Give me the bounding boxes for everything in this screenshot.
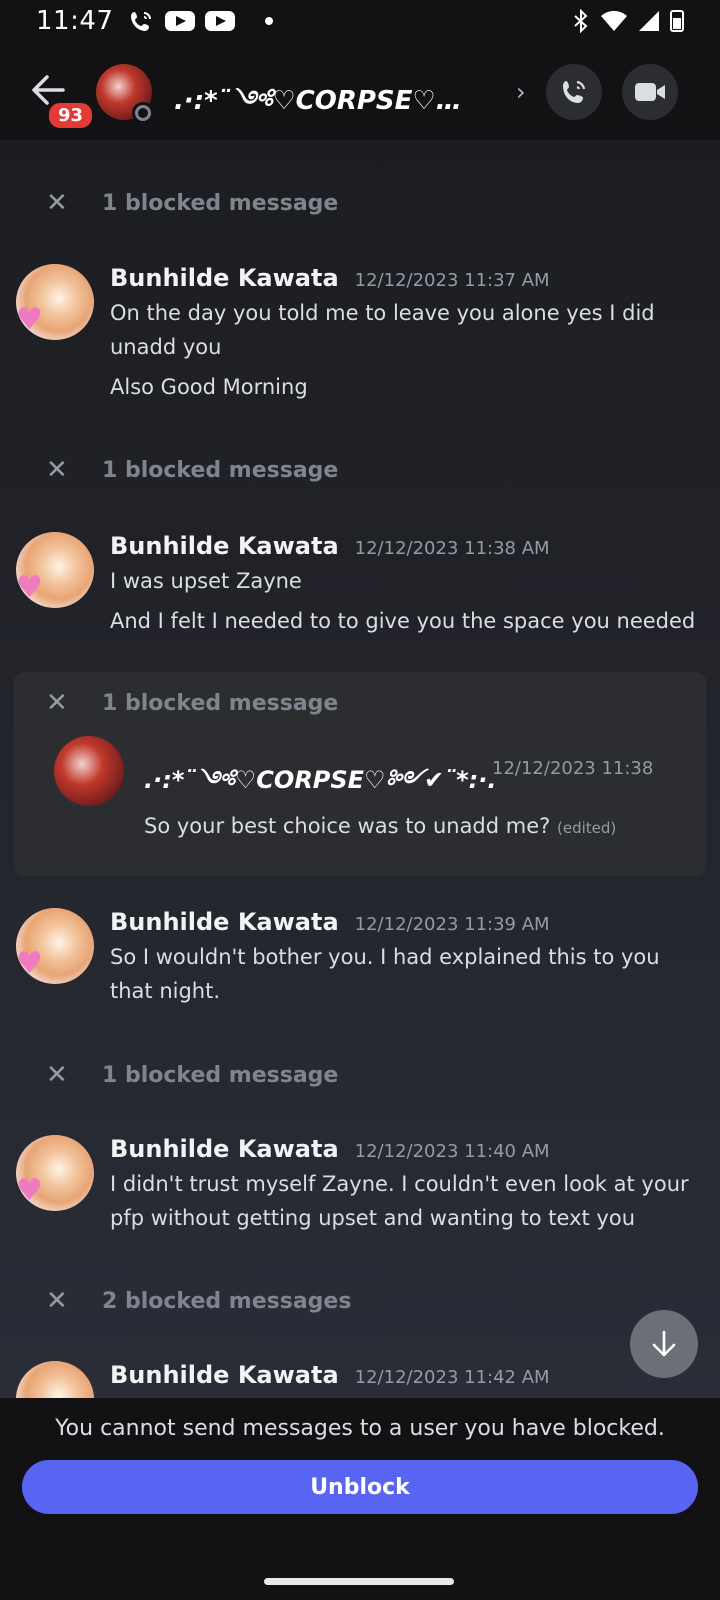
blocked-message-row[interactable]: ✕ 1 blocked message: [46, 1060, 338, 1090]
message-author[interactable]: Bunhilde Kawata: [110, 1135, 339, 1163]
message-text: On the day you told me to leave you alon…: [110, 301, 655, 359]
message-author[interactable]: Bunhilde Kawata: [110, 1361, 339, 1389]
wifi-icon: [601, 10, 627, 31]
unread-badge: 93: [46, 100, 96, 131]
heart-icon: ♥: [16, 946, 43, 981]
status-time: 11:47: [36, 6, 114, 36]
close-icon[interactable]: ✕: [46, 1060, 72, 1090]
close-icon[interactable]: ✕: [46, 455, 72, 485]
edited-label: (edited): [556, 819, 617, 837]
unblock-button[interactable]: Unblock: [22, 1460, 698, 1514]
battery-icon: [670, 10, 684, 32]
close-icon[interactable]: ✕: [46, 1286, 72, 1316]
message-timestamp: 12/12/2023 11:37 AM: [354, 270, 550, 291]
message-author[interactable]: Bunhilde Kawata: [110, 532, 339, 560]
voice-call-button[interactable]: [546, 64, 602, 120]
home-indicator[interactable]: [264, 1578, 454, 1585]
message-list[interactable]: ✕ 1 blocked message ♥ Bunhilde Kawata 12…: [0, 140, 720, 1398]
blocked-message-row[interactable]: ✕ 1 blocked message: [46, 455, 338, 485]
message-timestamp: 12/12/2023 11:38: [492, 758, 654, 779]
message-author[interactable]: Bunhilde Kawata: [110, 908, 339, 936]
chevron-right-icon[interactable]: ›: [516, 78, 526, 106]
blocked-notice: You cannot send messages to a user you h…: [55, 1416, 665, 1441]
offline-status-icon: [132, 102, 154, 124]
status-bar: 11:47: [0, 0, 720, 42]
message-text: I didn't trust myself Zayne. I couldn't …: [110, 1172, 689, 1230]
blocked-footer: You cannot send messages to a user you h…: [0, 1398, 720, 1600]
blocked-message-row[interactable]: ✕ 1 blocked message: [46, 188, 338, 218]
avatar[interactable]: ♥: [16, 908, 94, 984]
blocked-message-row[interactable]: ✕ 2 blocked messages: [46, 1286, 351, 1316]
bluetooth-icon: [574, 9, 588, 33]
blocked-message-label: 1 blocked message: [102, 1062, 339, 1088]
avatar[interactable]: ♥: [16, 1361, 94, 1398]
revealed-blocked-message: ✕ 1 blocked message .·:*¨༺♡CORPSE♡༻✔¨*:·…: [14, 672, 706, 876]
message-timestamp: 12/12/2023 11:40 AM: [354, 1141, 550, 1162]
message-text: And I felt I needed to to give you the s…: [110, 609, 696, 633]
avatar[interactable]: [54, 736, 124, 806]
scroll-to-bottom-button[interactable]: [630, 1310, 698, 1378]
blocked-message-label: 1 blocked message: [102, 690, 339, 716]
youtube-icon: [165, 11, 196, 31]
message-text-body: So your best choice was to unadd me?: [144, 814, 551, 838]
video-camera-icon: [635, 83, 665, 101]
avatar[interactable]: ♥: [16, 1135, 94, 1211]
heart-icon: ♥: [16, 302, 43, 337]
channel-header: 93 .·:*¨༺♡CORPSE♡… ›: [0, 42, 720, 140]
message-author[interactable]: .·:*¨༺♡CORPSE♡༻✔¨*:·.: [144, 754, 496, 821]
message-text: So I wouldn't bother you. I had explaine…: [110, 945, 660, 1003]
status-left-icons: [129, 9, 274, 33]
blocked-message-label: 2 blocked messages: [102, 1288, 352, 1314]
avatar[interactable]: ♥: [16, 264, 94, 340]
heart-icon: ♥: [16, 570, 43, 605]
video-call-button[interactable]: [622, 64, 678, 120]
message-timestamp: 12/12/2023 11:42 AM: [354, 1367, 550, 1388]
channel-title[interactable]: .·:*¨༺♡CORPSE♡…: [174, 72, 494, 145]
heart-icon: ♥: [16, 1173, 43, 1208]
phone-call-icon: [563, 80, 586, 103]
message-timestamp: 12/12/2023 11:39 AM: [354, 914, 550, 935]
notification-dot-icon: [265, 17, 274, 25]
message-text: So your best choice was to unadd me? (ed…: [144, 814, 616, 838]
blocked-message-label: 1 blocked message: [102, 190, 339, 216]
message-author[interactable]: Bunhilde Kawata: [110, 264, 339, 292]
message-text: I was upset Zayne: [110, 569, 302, 593]
arrow-down-icon: [652, 1330, 676, 1357]
signal-icon: [639, 11, 659, 31]
close-icon[interactable]: ✕: [46, 688, 72, 718]
message-text: Also Good Morning: [110, 375, 308, 399]
youtube-icon: [205, 11, 236, 31]
message-timestamp: 12/12/2023 11:38 AM: [354, 538, 550, 559]
blocked-message-row[interactable]: ✕ 1 blocked message: [46, 688, 338, 718]
status-right-icons: [572, 9, 684, 33]
blocked-message-label: 1 blocked message: [102, 457, 339, 483]
phone-wifi-icon: [131, 12, 152, 31]
close-icon[interactable]: ✕: [46, 188, 72, 218]
avatar[interactable]: ♥: [16, 532, 94, 608]
